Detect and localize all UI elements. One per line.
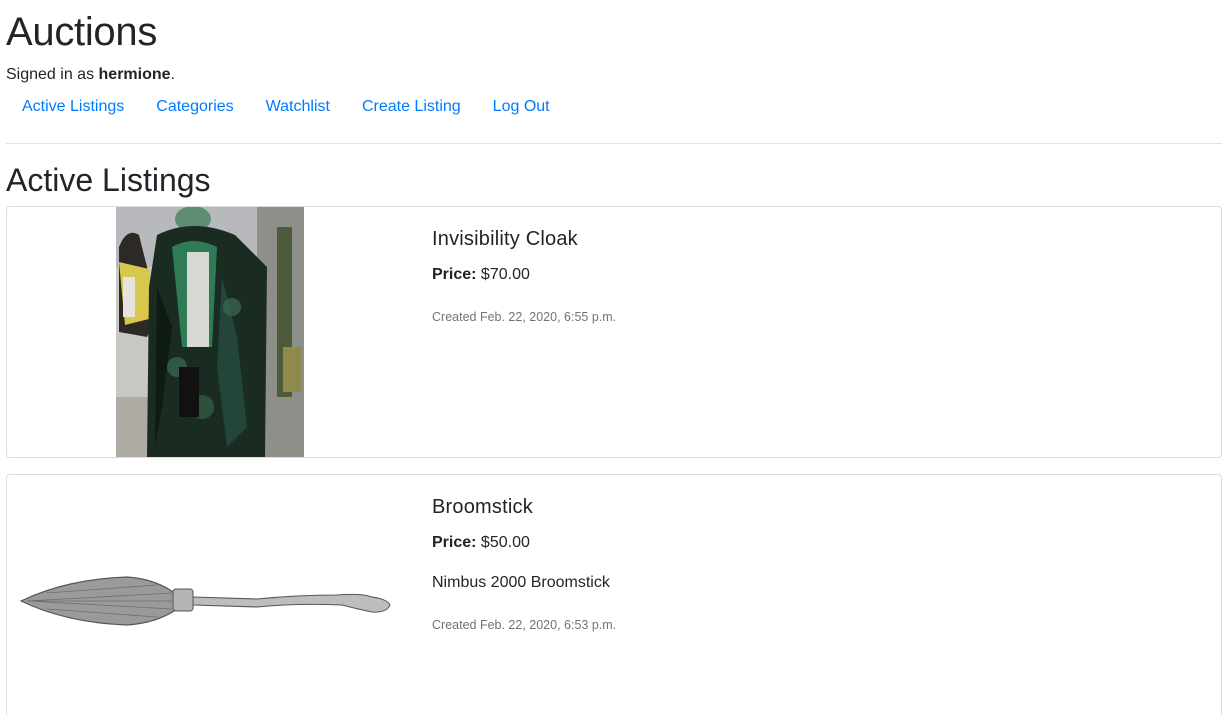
price-label: Price: — [432, 266, 477, 283]
main-nav: Active Listings Categories Watchlist Cre… — [6, 97, 566, 117]
page: Auctions Signed in as hermione. Active L… — [0, 0, 1226, 715]
listing-title[interactable]: Broomstick — [432, 496, 533, 519]
price-label: Price: — [432, 534, 477, 551]
nav-item-create-listing: Create Listing — [346, 97, 477, 117]
section-title: Active Listings — [6, 162, 211, 198]
price-value: $70.00 — [480, 266, 530, 283]
signed-in-username: hermione — [98, 66, 171, 83]
listing-created-date: Created Feb. 22, 2020, 6:55 p.m. — [432, 310, 617, 324]
signed-in-status: Signed in as hermione. — [6, 65, 175, 85]
nav-item-log-out: Log Out — [477, 97, 566, 117]
listing-card[interactable]: Invisibility Cloak Price: $70.00 Created… — [6, 206, 1222, 458]
price-value: $50.00 — [480, 534, 530, 551]
signed-in-prefix: Signed in as — [6, 66, 99, 83]
listing-image-broomstick[interactable] — [7, 475, 412, 715]
nav-link-log-out[interactable]: Log Out — [477, 97, 566, 117]
listing-description: Nimbus 2000 Broomstick — [432, 574, 610, 591]
listing-price: Price: $70.00 — [432, 266, 530, 284]
nav-item-categories: Categories — [140, 97, 249, 117]
listing-image-cloak[interactable] — [7, 207, 412, 457]
nav-link-categories[interactable]: Categories — [140, 97, 249, 117]
listing-card[interactable]: Broomstick Price: $50.00 Nimbus 2000 Bro… — [6, 474, 1222, 715]
nav-link-active-listings[interactable]: Active Listings — [6, 97, 140, 117]
nav-item-watchlist: Watchlist — [250, 97, 346, 117]
nav-link-create-listing[interactable]: Create Listing — [346, 97, 477, 117]
listing-price: Price: $50.00 — [432, 534, 530, 552]
site-title: Auctions — [6, 10, 158, 54]
header-divider — [6, 143, 1222, 144]
nav-item-active-listings: Active Listings — [6, 97, 140, 117]
listing-created-date: Created Feb. 22, 2020, 6:53 p.m. — [432, 618, 617, 632]
listing-title[interactable]: Invisibility Cloak — [432, 228, 578, 251]
signed-in-suffix: . — [170, 66, 175, 83]
nav-link-watchlist[interactable]: Watchlist — [250, 97, 346, 117]
